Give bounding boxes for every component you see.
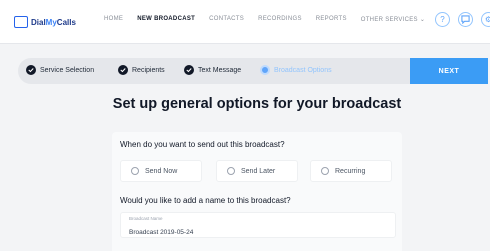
chevron-down-icon: ⌄ — [419, 17, 426, 23]
current-step-icon — [260, 65, 270, 75]
nav-item-recordings[interactable]: RECORDINGS — [258, 16, 302, 23]
nav-item-reports[interactable]: REPORTS — [316, 16, 347, 23]
broadcast-name-label: Broadcast Name — [129, 216, 163, 221]
help-icon[interactable]: ? — [435, 12, 450, 27]
nav-item-contacts[interactable]: CONTACTS — [209, 16, 244, 23]
nav-item-other-services[interactable]: OTHER SERVICES ⌄ — [361, 16, 425, 23]
logo-text: DialMyCalls — [31, 17, 76, 27]
options-card: When do you want to send out this broadc… — [112, 132, 402, 251]
step-label: Service Selection — [40, 66, 95, 74]
broadcast-name-question: Would you like to add a name to this bro… — [120, 196, 291, 205]
header-icon-group: ? ⚙ — [435, 12, 490, 27]
step-broadcast-options[interactable]: Broadcast Options — [260, 65, 332, 75]
send-time-question: When do you want to send out this broadc… — [120, 140, 285, 149]
nav-item-home[interactable]: HOME — [104, 16, 123, 23]
check-icon — [26, 65, 36, 75]
radio-send-now[interactable]: Send Now — [120, 160, 202, 182]
radio-circle-icon — [131, 167, 139, 175]
radio-label: Send Now — [145, 167, 178, 175]
step-service-selection[interactable]: Service Selection — [26, 65, 94, 75]
radio-recurring[interactable]: Recurring — [310, 160, 392, 182]
settings-icon[interactable]: ⚙ — [481, 12, 490, 27]
broadcast-name-field[interactable]: Broadcast Name — [120, 212, 396, 238]
check-icon — [118, 65, 128, 75]
chat-icon[interactable] — [458, 12, 473, 27]
logo-icon — [14, 16, 28, 28]
nav-item-new-broadcast[interactable]: NEW BROADCAST — [137, 16, 195, 23]
step-recipients[interactable]: Recipients — [118, 65, 165, 75]
step-label: Recipients — [132, 66, 165, 74]
broadcast-options-panel: Set up general options for your broadcas… — [112, 90, 402, 251]
step-label: Broadcast Options — [274, 66, 332, 74]
top-navigation-bar: DialMyCalls HOME NEW BROADCAST CONTACTS … — [0, 0, 490, 44]
broadcast-name-input[interactable] — [129, 229, 387, 236]
brand-logo[interactable]: DialMyCalls — [14, 13, 76, 31]
radio-circle-icon — [321, 167, 329, 175]
next-button[interactable]: NEXT — [410, 58, 488, 84]
wizard-steps: Service Selection Recipients Text Messag… — [18, 58, 418, 84]
step-label: Text Message — [198, 66, 242, 74]
radio-label: Send Later — [241, 167, 276, 175]
main-nav: HOME NEW BROADCAST CONTACTS RECORDINGS R… — [104, 16, 425, 23]
page-title: Set up general options for your broadcas… — [112, 96, 402, 112]
radio-send-later[interactable]: Send Later — [216, 160, 298, 182]
radio-circle-icon — [227, 167, 235, 175]
step-text-message[interactable]: Text Message — [184, 65, 241, 75]
check-icon — [184, 65, 194, 75]
send-time-options: Send Now Send Later Recurring — [120, 160, 396, 182]
radio-label: Recurring — [335, 167, 366, 175]
